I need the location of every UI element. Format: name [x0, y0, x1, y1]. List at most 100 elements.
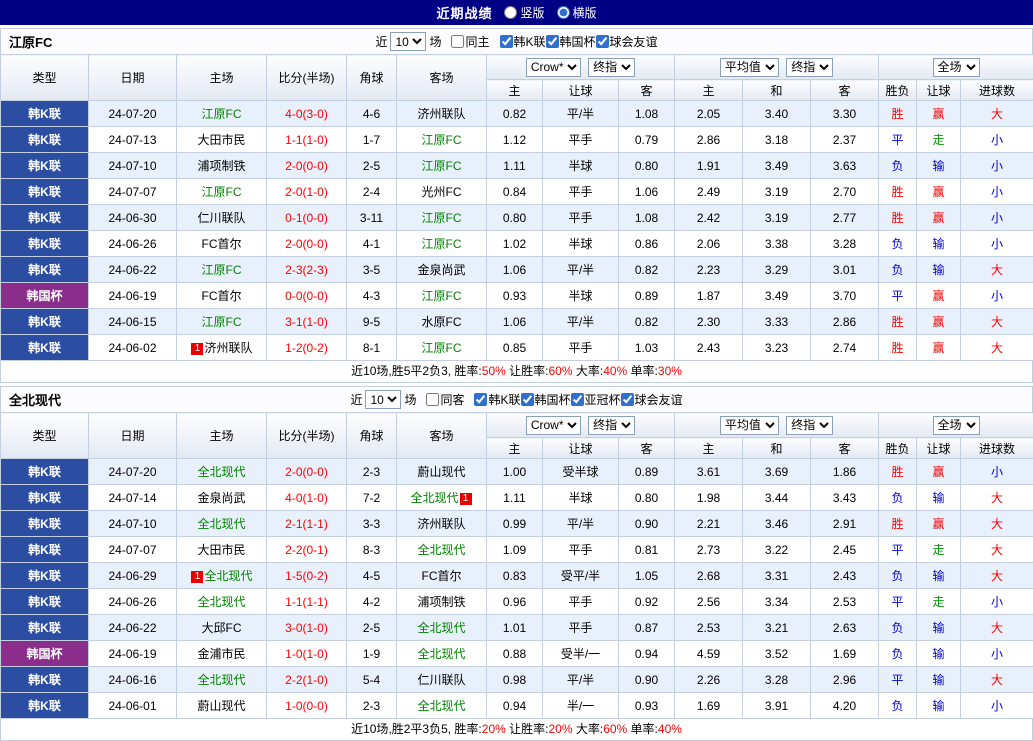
match-type-cell: 韩K联: [1, 615, 89, 641]
col-result-goals: 进球数: [961, 80, 1033, 101]
asian-odds-away-cell: 0.89: [619, 459, 675, 485]
asian-odds-away-cell: 0.79: [619, 127, 675, 153]
odds-time-select[interactable]: 终指: [588, 416, 635, 435]
match-date-cell: 24-07-07: [89, 179, 177, 205]
summary-text: 让胜率:: [506, 364, 549, 378]
league-filter[interactable]: 球会友谊: [621, 391, 683, 408]
match-count-select[interactable]: 10: [365, 390, 401, 409]
score-cell: 2-0(0-0): [267, 459, 347, 485]
result-winloss-cell: 负: [879, 641, 917, 667]
odds-source-select[interactable]: Crow*: [526, 416, 581, 435]
league-filter[interactable]: 韩K联: [474, 391, 520, 408]
home-team-name: 全北现代: [197, 465, 245, 479]
asian-odds-away-cell: 0.90: [619, 667, 675, 693]
scope-select[interactable]: 全场: [933, 58, 980, 77]
match-date-cell: 24-06-19: [89, 641, 177, 667]
match-row: 韩K联24-07-07大田市民2-2(0-1)8-3全北现代1.09平手0.81…: [1, 537, 1033, 563]
league-checkbox[interactable]: [521, 393, 534, 406]
match-row: 韩K联24-06-15江原FC3-1(1-0)9-5水原FC1.06平/半0.8…: [1, 309, 1033, 335]
col-avg-away: 客: [811, 438, 879, 459]
result-goals-cell: 大: [961, 537, 1033, 563]
asian-odds-home-cell: 1.01: [487, 615, 543, 641]
match-count-select[interactable]: 10: [390, 32, 426, 51]
match-type-cell: 韩国杯: [1, 283, 89, 309]
same-venue-filter[interactable]: 同客: [426, 391, 464, 408]
result-handicap-cell: 赢: [917, 179, 961, 205]
league-checkbox[interactable]: [500, 35, 513, 48]
filter-bar: 近 10 场 同主 韩K联韩国杯球会友谊: [375, 32, 657, 51]
red-card-badge: 1: [191, 343, 203, 355]
league-filter[interactable]: 韩国杯: [546, 33, 596, 50]
asian-odds-away-cell: 0.87: [619, 615, 675, 641]
score-cell: 4-0(3-0): [267, 101, 347, 127]
layout-vertical-option[interactable]: 竖版: [504, 4, 544, 21]
avg-odds-home-cell: 2.56: [675, 589, 743, 615]
avg-odds-away-cell: 3.28: [811, 231, 879, 257]
asian-odds-home-cell: 1.11: [487, 153, 543, 179]
summary-text: 40%: [658, 722, 682, 736]
avg-time-select[interactable]: 终指: [786, 58, 833, 77]
league-checkbox[interactable]: [546, 35, 559, 48]
avg-odds-draw-cell: 3.46: [743, 511, 811, 537]
layout-horizontal-option[interactable]: 横版: [557, 4, 597, 21]
league-label: 韩K联: [514, 33, 546, 50]
corners-cell: 1-7: [347, 127, 397, 153]
league-checkbox[interactable]: [621, 393, 634, 406]
asian-handicap-cell: 受半/一: [543, 641, 619, 667]
result-handicap-cell: 输: [917, 667, 961, 693]
asian-odds-away-cell: 0.94: [619, 641, 675, 667]
league-checkbox[interactable]: [571, 393, 584, 406]
avg-time-select[interactable]: 终指: [786, 416, 833, 435]
avg-odds-draw-cell: 3.31: [743, 563, 811, 589]
result-handicap-cell: 赢: [917, 459, 961, 485]
corners-cell: 4-5: [347, 563, 397, 589]
asian-odds-away-cell: 0.82: [619, 257, 675, 283]
col-score: 比分(半场): [267, 413, 347, 459]
vertical-radio[interactable]: [504, 6, 517, 19]
away-team-name: 全北现代: [417, 543, 465, 557]
away-team-cell: 全北现代: [397, 537, 487, 563]
same-venue-checkbox[interactable]: [451, 35, 464, 48]
match-row: 韩K联24-06-291全北现代1-5(0-2)4-5FC首尔0.83受平/半1…: [1, 563, 1033, 589]
match-row: 韩K联24-07-07江原FC2-0(1-0)2-4光州FC0.84平手1.06…: [1, 179, 1033, 205]
avg-source-select[interactable]: 平均值: [720, 58, 779, 77]
vertical-label: 竖版: [520, 4, 544, 21]
score-cell: 1-1(1-0): [267, 127, 347, 153]
league-filter[interactable]: 韩国杯: [521, 391, 571, 408]
avg-source-select[interactable]: 平均值: [720, 416, 779, 435]
odds-time-select[interactable]: 终指: [588, 58, 635, 77]
league-checkbox[interactable]: [596, 35, 609, 48]
home-team-cell: 江原FC: [177, 257, 267, 283]
league-filter[interactable]: 韩K联: [500, 33, 546, 50]
result-goals-cell: 小: [961, 127, 1033, 153]
league-checkbox[interactable]: [474, 393, 487, 406]
away-team-cell: 浦项制铁: [397, 589, 487, 615]
league-label: 球会友谊: [635, 391, 683, 408]
league-filter[interactable]: 亚冠杯: [571, 391, 621, 408]
corners-cell: 2-5: [347, 153, 397, 179]
scope-select[interactable]: 全场: [933, 416, 980, 435]
avg-odds-home-cell: 4.59: [675, 641, 743, 667]
avg-odds-draw-cell: 3.40: [743, 101, 811, 127]
away-team-cell: 全北现代: [397, 693, 487, 719]
league-filter[interactable]: 球会友谊: [596, 33, 658, 50]
same-venue-checkbox[interactable]: [426, 393, 439, 406]
asian-odds-away-cell: 1.08: [619, 205, 675, 231]
result-winloss-cell: 负: [879, 231, 917, 257]
title-bar: 近期战绩 竖版 横版: [0, 0, 1033, 25]
result-winloss-cell: 平: [879, 537, 917, 563]
asian-odds-home-cell: 1.06: [487, 257, 543, 283]
home-team-name: 全北现代: [197, 673, 245, 687]
same-venue-filter[interactable]: 同主: [451, 33, 489, 50]
match-date-cell: 24-06-01: [89, 693, 177, 719]
avg-odds-away-cell: 2.91: [811, 511, 879, 537]
avg-odds-home-cell: 1.98: [675, 485, 743, 511]
result-handicap-cell: 赢: [917, 511, 961, 537]
home-team-cell: 仁川联队: [177, 205, 267, 231]
odds-source-select[interactable]: Crow*: [526, 58, 581, 77]
corners-cell: 3-11: [347, 205, 397, 231]
away-team-name: 全北现代: [410, 491, 458, 505]
horizontal-radio[interactable]: [557, 6, 570, 19]
result-scope-header: 全场: [879, 55, 1033, 80]
col-avg-home: 主: [675, 80, 743, 101]
